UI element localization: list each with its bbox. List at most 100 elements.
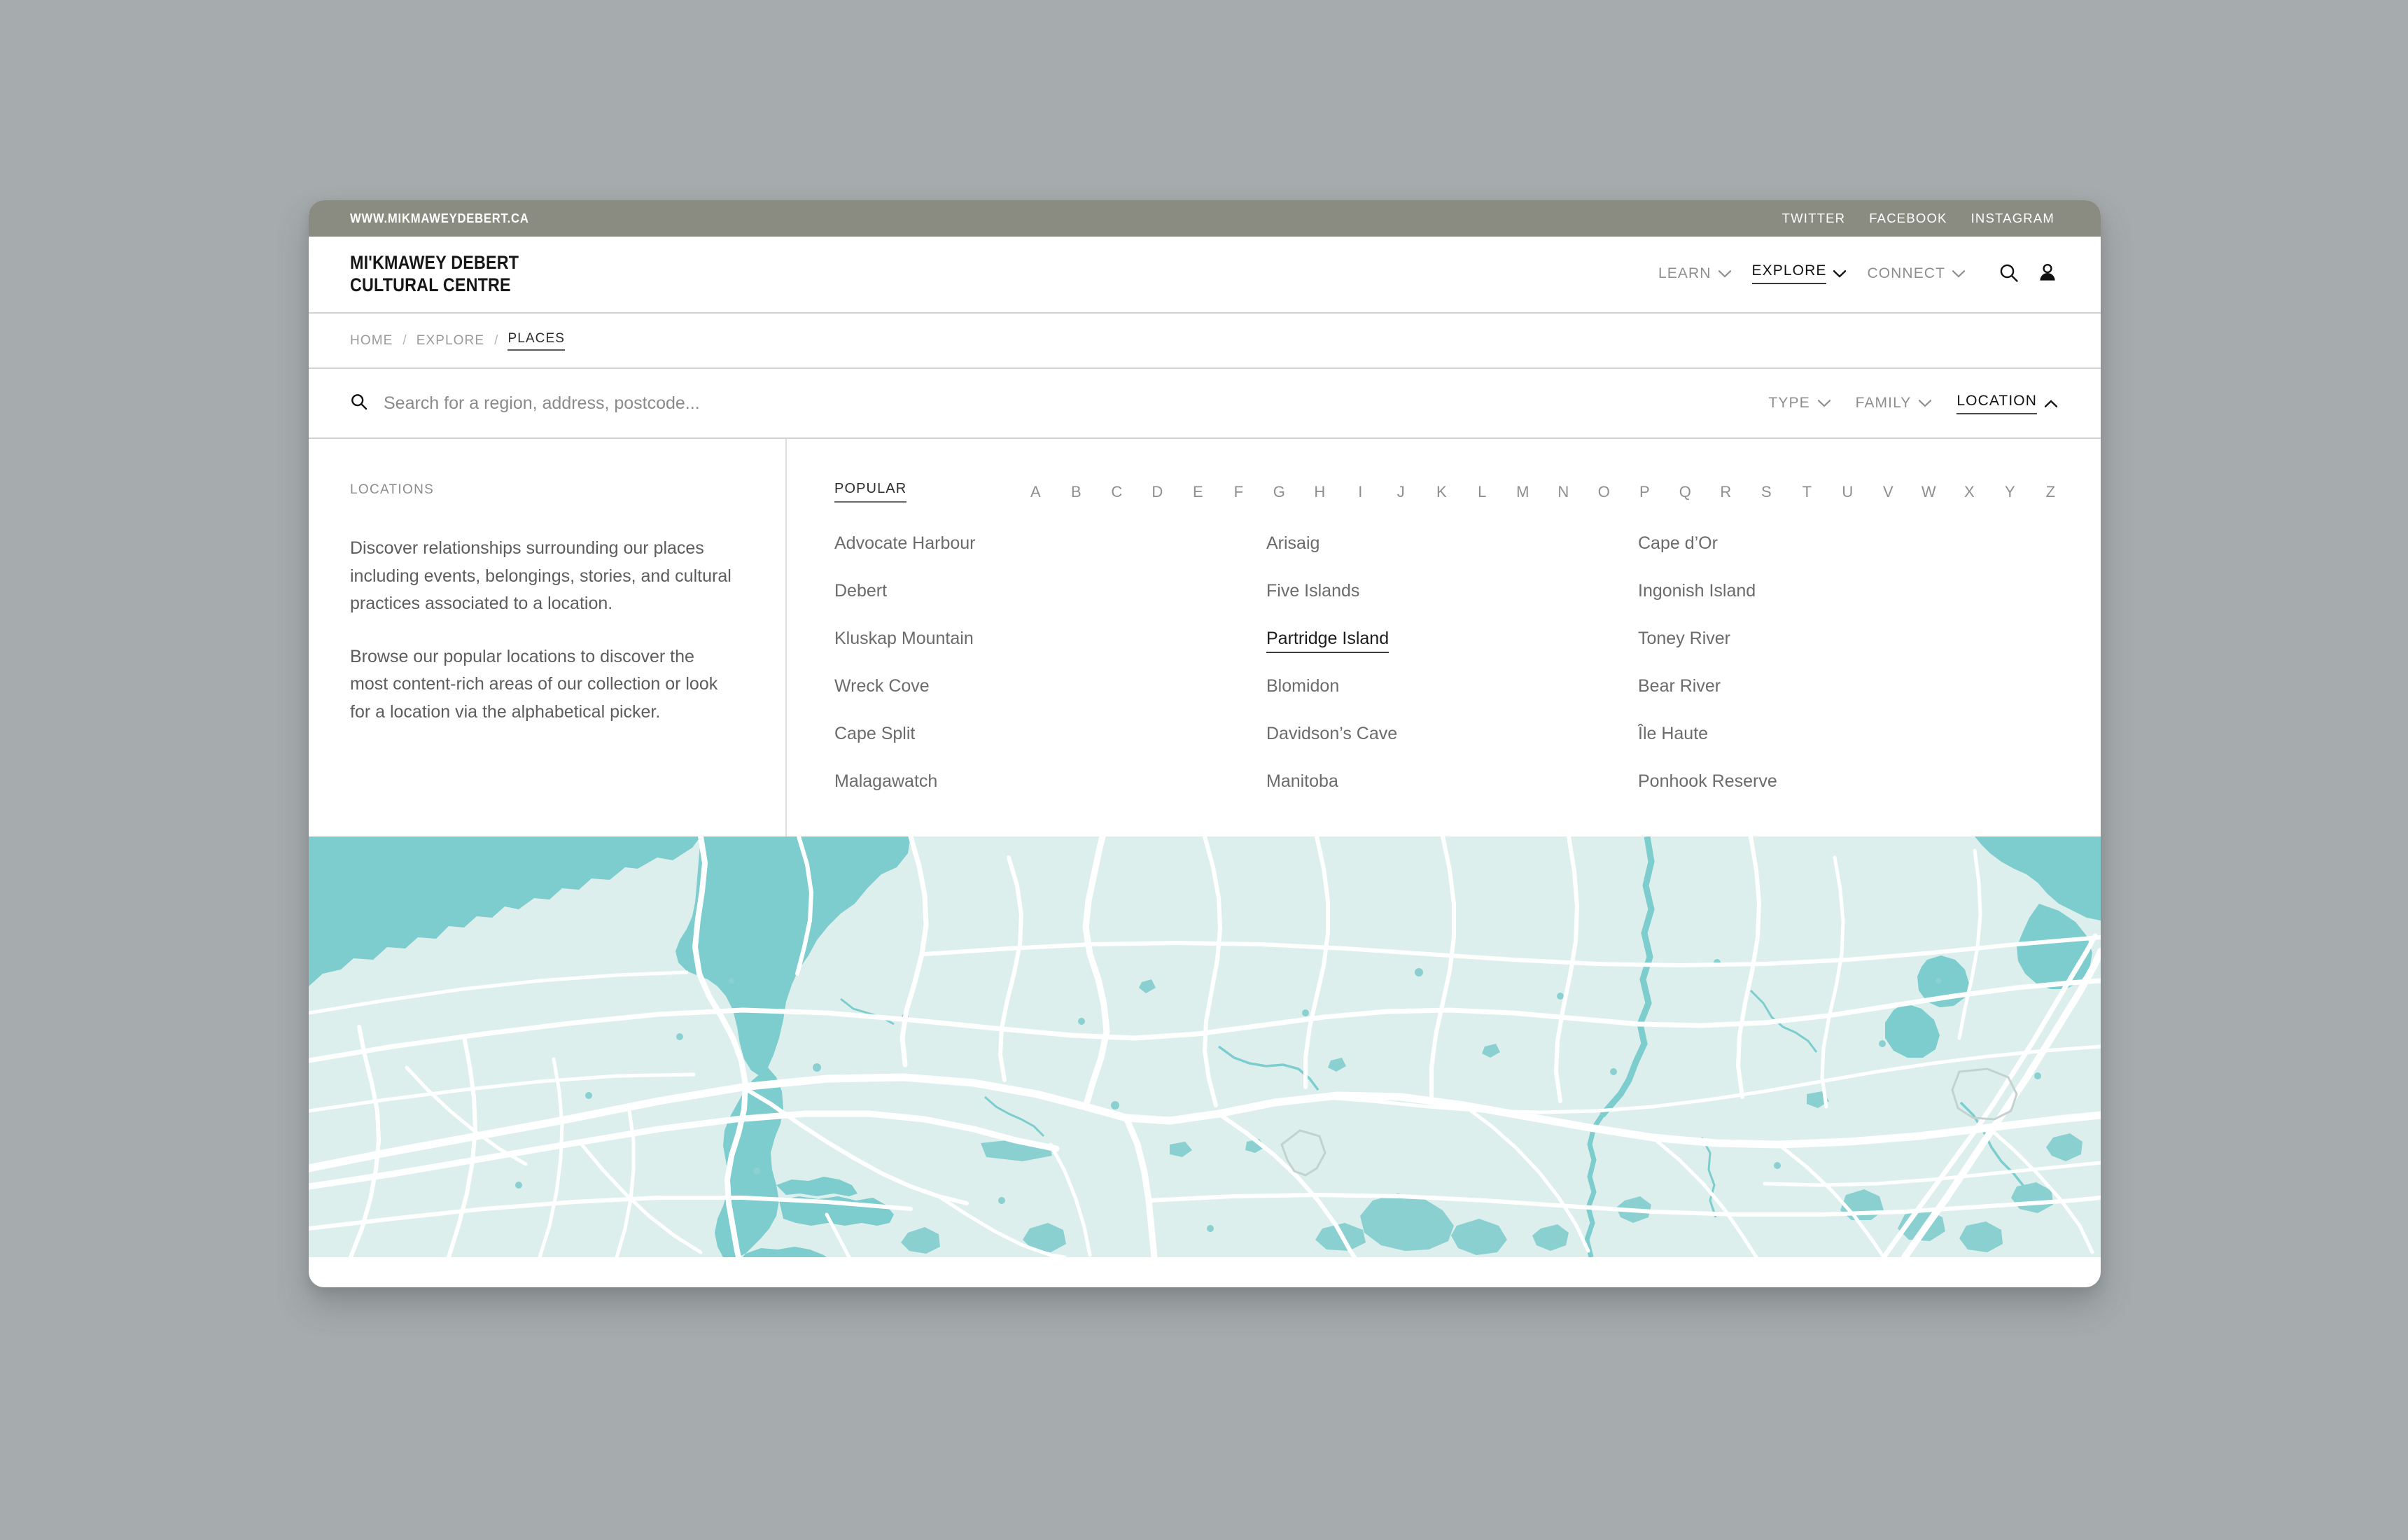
alpha-letter-r[interactable]: R bbox=[1705, 483, 1746, 501]
list-item[interactable]: Davidson’s Cave bbox=[1266, 724, 1638, 771]
browser-window: WWW.MIKMAWEYDEBERT.CA TWITTER FACEBOOK I… bbox=[309, 200, 2101, 1287]
list-item[interactable]: Cape Split bbox=[834, 724, 1266, 771]
brand-line-2: CULTURAL CENTRE bbox=[350, 274, 511, 295]
alpha-letter-h[interactable]: H bbox=[1299, 483, 1340, 501]
site-url[interactable]: WWW.MIKMAWEYDEBERT.CA bbox=[350, 211, 529, 226]
search-field-group bbox=[350, 393, 1769, 414]
alpha-letter-e[interactable]: E bbox=[1177, 483, 1218, 501]
social-link-instagram[interactable]: INSTAGRAM bbox=[1971, 211, 2054, 226]
panel-title: LOCATIONS bbox=[350, 482, 435, 497]
search-icon[interactable] bbox=[1998, 262, 2019, 287]
breadcrumb-item-places[interactable]: PLACES bbox=[507, 331, 566, 351]
breadcrumb-separator: / bbox=[494, 332, 498, 348]
alpha-letter-o[interactable]: O bbox=[1583, 483, 1624, 501]
locations-list: Advocate Harbour Arisaig Cape d’Or Deber… bbox=[834, 533, 2101, 819]
alpha-letter-v[interactable]: V bbox=[1868, 483, 1908, 501]
list-item[interactable]: Malagawatch bbox=[834, 771, 1266, 819]
list-item[interactable]: Wreck Cove bbox=[834, 676, 1266, 724]
brand-line-1: MI'KMAWEY DEBERT bbox=[350, 252, 519, 274]
location-link: Wreck Cove bbox=[834, 676, 930, 696]
alpha-letter-s[interactable]: S bbox=[1746, 483, 1786, 501]
alpha-letter-u[interactable]: U bbox=[1827, 483, 1868, 501]
breadcrumb-item-explore[interactable]: EXPLORE bbox=[416, 333, 484, 349]
filter-family-label: FAMILY bbox=[1855, 395, 1912, 411]
list-item[interactable]: Ingonish Island bbox=[1638, 581, 2101, 629]
locations-description-panel: LOCATIONS Discover relationships surroun… bbox=[309, 439, 787, 836]
alpha-letter-n[interactable]: N bbox=[1543, 483, 1583, 501]
map-canvas bbox=[309, 836, 2101, 1257]
alphabet-picker: A B C D E F G H I J K L M N O P Q R S T … bbox=[1015, 483, 2071, 501]
list-item[interactable]: Five Islands bbox=[1266, 581, 1638, 629]
list-item[interactable]: Partridge Island bbox=[1266, 629, 1638, 676]
filter-location[interactable]: LOCATION bbox=[1956, 393, 2058, 414]
chevron-down-icon bbox=[1918, 395, 1932, 412]
breadcrumb-item-home[interactable]: HOME bbox=[350, 333, 393, 349]
social-link-facebook[interactable]: FACEBOOK bbox=[1869, 211, 1947, 226]
location-link: Debert bbox=[834, 581, 888, 601]
location-link: Ponhook Reserve bbox=[1638, 771, 1777, 791]
alpha-letter-w[interactable]: W bbox=[1908, 483, 1949, 501]
locations-picker-row: POPULAR A B C D E F G H I J K L M N O P … bbox=[834, 481, 2101, 503]
filter-type[interactable]: TYPE bbox=[1768, 395, 1831, 412]
location-link: Bear River bbox=[1638, 676, 1721, 696]
alpha-letter-j[interactable]: J bbox=[1380, 483, 1421, 501]
account-icon[interactable] bbox=[2038, 262, 2057, 287]
site-logo[interactable]: MI'KMAWEY DEBERT CULTURAL CENTRE bbox=[350, 252, 542, 297]
list-item[interactable]: Advocate Harbour bbox=[834, 533, 1266, 581]
list-item[interactable]: Debert bbox=[834, 581, 1266, 629]
list-item[interactable]: Manitoba bbox=[1266, 771, 1638, 819]
alpha-letter-d[interactable]: D bbox=[1137, 483, 1177, 501]
chevron-down-icon bbox=[1817, 395, 1831, 412]
location-link: Kluskap Mountain bbox=[834, 629, 974, 648]
list-item[interactable]: Kluskap Mountain bbox=[834, 629, 1266, 676]
location-link: Ingonish Island bbox=[1638, 581, 1756, 601]
alpha-letter-c[interactable]: C bbox=[1096, 483, 1137, 501]
alpha-letter-k[interactable]: K bbox=[1421, 483, 1462, 501]
nav-item-learn-label: LEARN bbox=[1658, 265, 1712, 281]
list-item[interactable]: Arisaig bbox=[1266, 533, 1638, 581]
alpha-letter-q[interactable]: Q bbox=[1665, 483, 1705, 501]
location-link: Toney River bbox=[1638, 629, 1730, 648]
location-link: Five Islands bbox=[1266, 581, 1360, 601]
alpha-letter-f[interactable]: F bbox=[1218, 483, 1259, 501]
nav-item-explore[interactable]: EXPLORE bbox=[1751, 262, 1847, 286]
nav-item-explore-label: EXPLORE bbox=[1751, 262, 1827, 284]
location-link-active: Partridge Island bbox=[1266, 629, 1390, 653]
nav-item-learn[interactable]: LEARN bbox=[1658, 265, 1732, 284]
nav-item-connect[interactable]: CONNECT bbox=[1867, 265, 1966, 284]
locations-map[interactable] bbox=[309, 836, 2101, 1257]
location-link: Malagawatch bbox=[834, 771, 938, 791]
alpha-letter-y[interactable]: Y bbox=[1989, 483, 2030, 501]
search-icon[interactable] bbox=[350, 393, 368, 414]
social-link-twitter[interactable]: TWITTER bbox=[1782, 211, 1846, 226]
alpha-letter-g[interactable]: G bbox=[1259, 483, 1299, 501]
alpha-letter-t[interactable]: T bbox=[1786, 483, 1827, 501]
alpha-letter-z[interactable]: Z bbox=[2030, 483, 2071, 501]
list-item[interactable]: Ponhook Reserve bbox=[1638, 771, 2101, 819]
alpha-letter-x[interactable]: X bbox=[1949, 483, 1989, 501]
list-item[interactable]: Bear River bbox=[1638, 676, 2101, 724]
list-item[interactable]: Blomidon bbox=[1266, 676, 1638, 724]
list-item[interactable]: Toney River bbox=[1638, 629, 2101, 676]
search-input[interactable] bbox=[384, 393, 1769, 414]
filter-type-label: TYPE bbox=[1768, 395, 1810, 411]
masthead: MI'KMAWEY DEBERT CULTURAL CENTRE LEARN E… bbox=[309, 237, 2101, 312]
location-link: Cape Split bbox=[834, 724, 916, 743]
location-link: Advocate Harbour bbox=[834, 533, 976, 553]
alpha-letter-m[interactable]: M bbox=[1502, 483, 1543, 501]
panel-paragraph-2: Browse our popular locations to discover… bbox=[350, 646, 718, 722]
alpha-letter-a[interactable]: A bbox=[1015, 483, 1056, 501]
alpha-letter-b[interactable]: B bbox=[1056, 483, 1096, 501]
breadcrumb-separator: / bbox=[402, 332, 407, 348]
list-item[interactable]: Cape d’Or bbox=[1638, 533, 2101, 581]
tab-popular[interactable]: POPULAR bbox=[834, 481, 907, 503]
list-item[interactable]: Île Haute bbox=[1638, 724, 2101, 771]
locations-browser: POPULAR A B C D E F G H I J K L M N O P … bbox=[787, 439, 2101, 836]
chevron-down-icon bbox=[1952, 265, 1966, 282]
filter-family[interactable]: FAMILY bbox=[1856, 395, 1932, 412]
locations-panel: LOCATIONS Discover relationships surroun… bbox=[309, 439, 2101, 836]
alpha-letter-p[interactable]: P bbox=[1624, 483, 1665, 501]
alpha-letter-i[interactable]: I bbox=[1340, 483, 1380, 501]
location-link: Blomidon bbox=[1266, 676, 1340, 696]
alpha-letter-l[interactable]: L bbox=[1462, 483, 1502, 501]
